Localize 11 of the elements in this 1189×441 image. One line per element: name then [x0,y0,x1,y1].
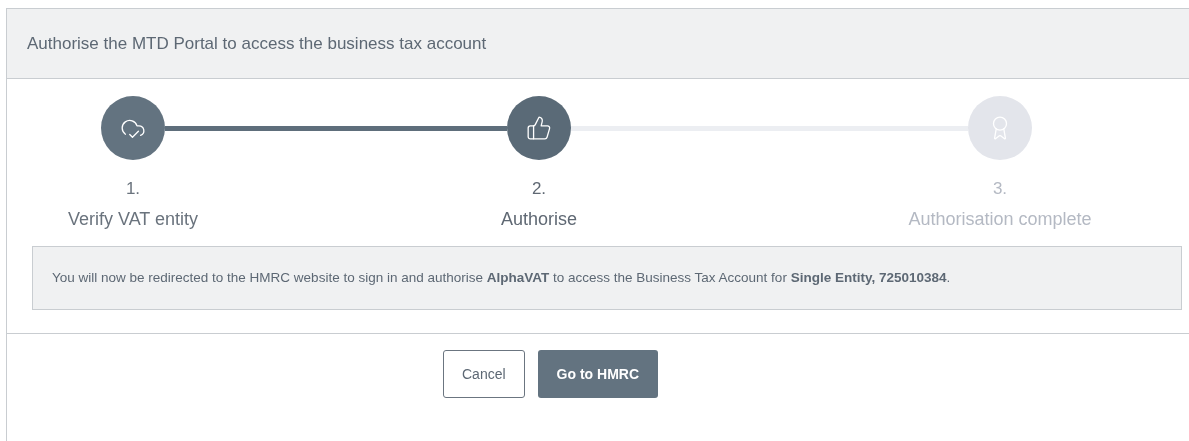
step-label: Authorisation complete [908,208,1092,231]
cancel-button[interactable]: Cancel [443,350,525,398]
go-to-hmrc-button[interactable]: Go to HMRC [537,350,659,398]
step-label: Authorise [500,208,577,231]
step-number: 1. [125,178,141,200]
dialog-title: Authorise the MTD Portal to access the business tax account [27,32,487,55]
thumbs-up-icon [526,115,552,141]
step-number: 2. [531,178,547,200]
notice-text: You will now be redirected to the HMRC website to sign in and authorise AlphaVAT to access the Business Tax Account for Single Entity, 725010384. [52,268,951,287]
step-number: 3. [992,178,1008,200]
step-label: Verify VAT entity [67,208,199,231]
